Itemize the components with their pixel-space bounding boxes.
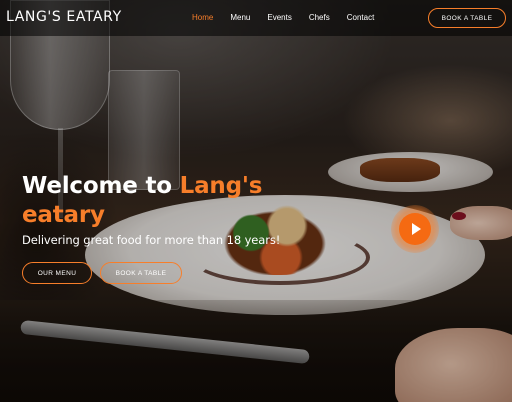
book-table-button[interactable]: BOOK A TABLE (100, 262, 182, 284)
nav-item-chefs[interactable]: Chefs (309, 12, 330, 24)
book-table-header-button[interactable]: BOOK A TABLE (428, 8, 506, 28)
hero-title: Welcome to Lang's eatary (22, 172, 322, 230)
hero-subtitle: Delivering great food for more than 18 y… (22, 233, 281, 247)
play-button-circle (399, 213, 431, 245)
nav-item-menu[interactable]: Menu (230, 12, 250, 24)
play-icon (412, 223, 421, 235)
main-nav: Home Menu Events Chefs Contact (192, 12, 391, 24)
our-menu-button[interactable]: OUR MENU (22, 262, 92, 284)
nav-item-home[interactable]: Home (192, 12, 213, 24)
nav-item-contact[interactable]: Contact (347, 12, 375, 24)
brand-logo[interactable]: LANG'S EATARY (6, 9, 122, 25)
nav-item-events[interactable]: Events (267, 12, 291, 24)
play-video-button[interactable] (391, 205, 439, 253)
site-header: LANG'S EATARY Home Menu Events Chefs Con… (0, 0, 512, 36)
hero-title-prefix: Welcome to (22, 173, 180, 199)
